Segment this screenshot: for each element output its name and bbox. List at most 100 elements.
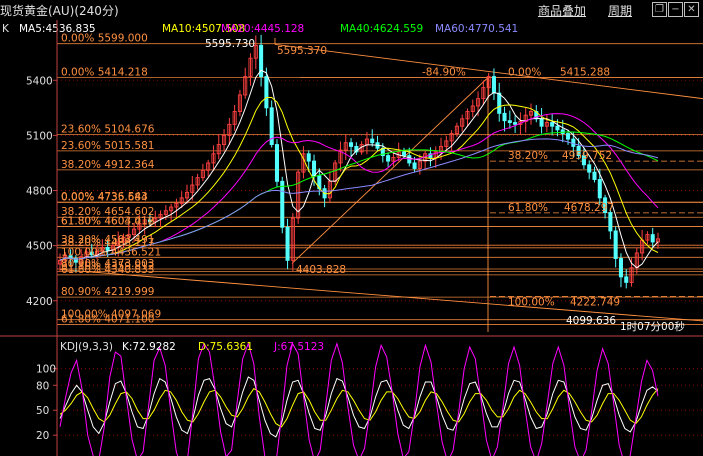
- candle: [592, 166, 597, 183]
- candle: [634, 247, 639, 274]
- legend-ma-20: MA20:4445.128: [221, 23, 304, 35]
- candle-body: [311, 160, 317, 177]
- price-tick-label: 4800: [26, 186, 53, 198]
- fib-right-label: 61.80%: [508, 202, 548, 214]
- fib-right-label: 100.00%: [508, 297, 555, 309]
- countdown-timer: 1时07分00秒: [620, 320, 685, 333]
- kdj-legend-d: D:75.6361: [198, 341, 253, 353]
- candle-body: [280, 180, 285, 228]
- high-marker-label-2: 5595.370: [277, 45, 327, 57]
- high-marker-label: 5595.730: [205, 38, 255, 50]
- candle: [200, 163, 205, 182]
- fib-level-label: 38.20% 4912.364: [61, 159, 155, 171]
- price-tick-label: 5100: [26, 130, 53, 142]
- candle: [349, 138, 354, 157]
- fib-level-label: 61.80% 4071.100: [61, 313, 154, 325]
- fib-right-label: 4222.749: [570, 297, 620, 309]
- kdj-legend-name: KDJ(9,3,3): [60, 341, 113, 353]
- candle: [481, 80, 486, 105]
- kdj-tick-label: 50: [36, 405, 49, 417]
- candle: [327, 171, 332, 203]
- candle-body: [386, 155, 391, 162]
- candle: [222, 129, 227, 152]
- candle: [370, 129, 375, 147]
- fib-right-label: 0.00%: [508, 67, 541, 79]
- candle: [465, 108, 470, 127]
- candle-body: [401, 151, 407, 157]
- fib-right-label: -84.90%: [422, 67, 466, 79]
- candle-body: [412, 162, 417, 169]
- candle-body: [566, 133, 571, 140]
- candle: [655, 232, 661, 249]
- fib-right-label: 5415.288: [560, 66, 610, 78]
- instrument-title: 现货黄金(AU)(240分): [0, 4, 119, 18]
- fib-right-label: 4678.297: [564, 202, 614, 214]
- candle-body: [597, 179, 602, 199]
- kdj-legend-k: K:72.9282: [122, 341, 176, 353]
- candle-body: [502, 112, 507, 122]
- candle-body: [497, 92, 502, 114]
- fib-right-label: 4959.752: [562, 150, 612, 162]
- candle: [322, 184, 327, 208]
- period-button[interactable]: 周期: [608, 2, 632, 19]
- candle: [343, 134, 348, 161]
- candle-body: [608, 212, 613, 232]
- candle: [174, 198, 179, 218]
- chart-window: 0.00% 5599.000 0.00% 5414.218 23.60% 5104.…: [0, 0, 703, 456]
- retracement-diagonal: [291, 77, 489, 264]
- price-tick-label: 5400: [26, 75, 53, 87]
- price-tick-label: 4200: [26, 296, 53, 308]
- candle: [195, 173, 200, 190]
- candle: [169, 203, 174, 222]
- candle: [650, 227, 655, 247]
- candle-body: [274, 144, 279, 182]
- candle: [237, 90, 242, 117]
- legend-ma-40: MA40:4624.559: [340, 23, 423, 35]
- candle-body: [587, 164, 592, 173]
- candle-body: [618, 258, 623, 278]
- candle-body: [349, 142, 354, 147]
- minimize-icon[interactable]: −: [668, 2, 683, 17]
- candle: [507, 110, 512, 129]
- candle-body: [285, 226, 290, 261]
- kdj-tick-label: 80: [36, 380, 49, 392]
- candle: [386, 152, 391, 167]
- candle: [243, 67, 248, 99]
- candle: [502, 106, 507, 132]
- candle: [280, 176, 285, 234]
- kdj-tick-label: 100: [36, 364, 56, 376]
- candle: [618, 253, 623, 288]
- candle: [269, 100, 274, 148]
- candle: [497, 82, 502, 122]
- fib-level-label: 80.90% 4219.999: [61, 286, 154, 298]
- candle: [248, 53, 253, 86]
- candle-body: [555, 125, 560, 131]
- candle: [396, 142, 401, 162]
- candle: [470, 99, 475, 118]
- legend-ma-60: MA60:4770.541: [435, 23, 518, 35]
- candle: [645, 231, 650, 245]
- title-bar: 现货黄金(AU)(240分) 商品叠加 周期 ❐ − ✕: [0, 0, 703, 20]
- fib-level-label: 23.60% 5015.581: [61, 140, 154, 152]
- candle-body: [650, 234, 655, 243]
- restore-icon[interactable]: ❐: [652, 2, 667, 17]
- candle-body: [571, 138, 576, 147]
- close-icon[interactable]: ✕: [684, 2, 699, 17]
- candle-body: [539, 118, 544, 127]
- fib-level-label: 0.00% 4735.684: [61, 191, 148, 203]
- candle-body: [306, 153, 311, 162]
- candle-body: [264, 76, 269, 109]
- candle: [338, 141, 343, 172]
- candle: [539, 108, 544, 134]
- candle-body: [370, 138, 375, 144]
- candle: [375, 135, 380, 152]
- fib-level-label: 61.80% 4340.833: [61, 264, 154, 276]
- kdj-tick-label: 20: [36, 430, 49, 442]
- candle: [534, 105, 539, 123]
- candle: [354, 142, 359, 155]
- candle: [491, 68, 496, 101]
- overlay-button[interactable]: 商品叠加: [538, 2, 586, 19]
- candle: [544, 114, 549, 133]
- fib-level-label: 100.00% 4436.521: [61, 246, 161, 258]
- low-marker-label-2: 4403.828: [296, 264, 346, 276]
